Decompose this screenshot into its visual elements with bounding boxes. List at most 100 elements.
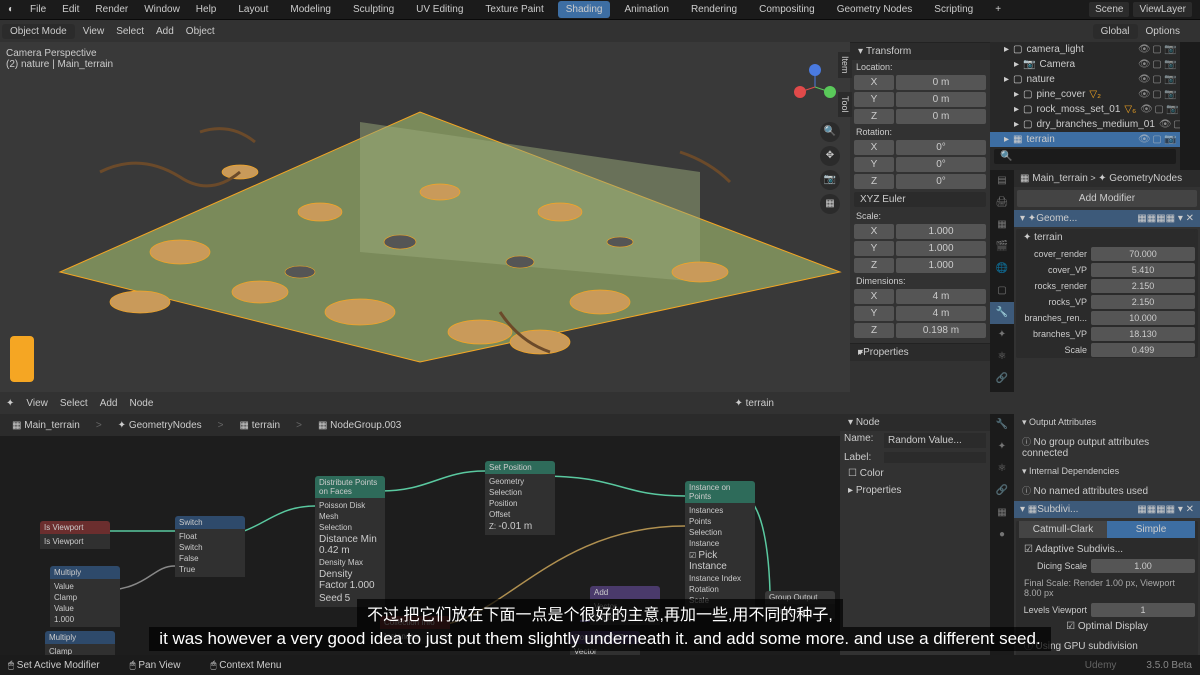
outliner-item[interactable]: ▸▢rock_moss_set_01▽₆👁▢📷 — [990, 102, 1180, 117]
orientation-global[interactable]: Global — [1093, 24, 1138, 39]
scale-y[interactable]: 1.000 — [896, 241, 986, 256]
zoom-icon[interactable]: 🔍 — [820, 122, 840, 142]
tab-d2[interactable]: ▦ — [990, 502, 1014, 524]
props-section[interactable]: ▸ Properties — [850, 343, 990, 361]
crumb-mod[interactable]: ✦ GeometryNodes — [1098, 173, 1182, 184]
adaptive-check[interactable]: ☑ Adaptive Subdivis... — [1016, 541, 1198, 558]
optimal-check[interactable]: ☑ Optimal Display — [1016, 618, 1198, 635]
param-Scale[interactable]: 0.499 — [1091, 343, 1195, 357]
node-set-position[interactable]: Set PositionGeometrySelectionPositionOff… — [485, 461, 555, 535]
subdiv-header[interactable]: ▾ ▦ Subdivi...▦▦▦▦ ▾ ✕ — [1014, 501, 1200, 518]
node-color[interactable]: ☐ Color — [840, 465, 990, 482]
ne-add[interactable]: Add — [94, 398, 124, 409]
pan-icon[interactable]: ✥ — [820, 146, 840, 166]
dim-y[interactable]: 4 m — [896, 306, 986, 321]
param-cover_render[interactable]: 70.000 — [1091, 247, 1195, 261]
ws-script[interactable]: Scripting — [926, 1, 981, 18]
tab-scene[interactable]: 🎬 — [990, 236, 1014, 258]
ws-add[interactable]: + — [987, 1, 1009, 18]
loc-y[interactable]: 0 m — [896, 92, 986, 107]
param-branches_ren...[interactable]: 10.000 — [1091, 311, 1195, 325]
tab-modifier[interactable]: 🔧 — [990, 302, 1014, 324]
3d-viewport[interactable]: Camera Perspective (2) nature | Main_ter… — [0, 42, 850, 392]
outliner-item[interactable]: ▸▢dry_branches_medium_01👁▢📷 — [990, 117, 1180, 132]
node-multiply1[interactable]: MultiplyValueClampValue1.000 — [50, 566, 120, 627]
nodetree-field[interactable]: ✦ terrain — [1019, 230, 1195, 245]
node-collection[interactable]: Collection InfoInstances — [380, 616, 450, 644]
outliner-item[interactable]: ▸▢pine_cover▽₂👁▢📷 — [990, 87, 1180, 102]
menu-window[interactable]: Window — [136, 4, 188, 15]
node-switch[interactable]: SwitchFloatSwitchFalseTrue — [175, 516, 245, 577]
ws-shading[interactable]: Shading — [558, 1, 611, 18]
hdr-object[interactable]: Object — [180, 26, 221, 37]
param-rocks_VP[interactable]: 2.150 — [1091, 295, 1195, 309]
mode-select[interactable]: Object Mode — [2, 24, 75, 39]
nav-gizmo[interactable] — [790, 62, 840, 112]
tab-object[interactable]: ▢ — [990, 280, 1014, 302]
ne-node[interactable]: Node — [123, 398, 159, 409]
sidetab-tool[interactable]: Tool — [838, 92, 852, 117]
add-modifier-button[interactable]: Add Modifier — [1017, 190, 1197, 207]
transform-section[interactable]: Transform — [850, 42, 990, 60]
ws-sculpting[interactable]: Sculpting — [345, 1, 402, 18]
ws-geonodes[interactable]: Geometry Nodes — [829, 1, 921, 18]
ws-modeling[interactable]: Modeling — [282, 1, 339, 18]
levels-val[interactable]: 1 — [1091, 603, 1195, 617]
rotation-mode[interactable]: XYZ Euler — [854, 192, 986, 207]
tab-physics[interactable]: ⚛ — [990, 346, 1014, 368]
tab-ph2[interactable]: ⚛ — [990, 458, 1014, 480]
outliner-search[interactable]: 🔍 — [994, 149, 1176, 164]
rot-z[interactable]: 0° — [896, 174, 986, 189]
node-label-field[interactable] — [884, 452, 986, 463]
ne-select[interactable]: Select — [54, 398, 94, 409]
menu-help[interactable]: Help — [188, 4, 225, 15]
node-instance[interactable]: Instance on PointsInstancesPointsSelecti… — [685, 481, 755, 608]
loc-x[interactable]: 0 m — [896, 75, 986, 90]
rot-x[interactable]: 0° — [896, 140, 986, 155]
ws-texpaint[interactable]: Texture Paint — [477, 1, 551, 18]
node-graph[interactable]: Is ViewportIs Viewport SwitchFloatSwitch… — [0, 436, 840, 672]
bc-0[interactable]: ▦ Main_terrain — [6, 418, 86, 433]
hdr-view[interactable]: View — [77, 26, 111, 37]
hdr-select[interactable]: Select — [110, 26, 150, 37]
ws-comp[interactable]: Compositing — [751, 1, 823, 18]
dim-x[interactable]: 4 m — [896, 289, 986, 304]
hdr-add[interactable]: Add — [150, 26, 180, 37]
output-attrs[interactable]: Output Attributes — [1014, 414, 1200, 431]
crumb-obj[interactable]: ▦ Main_terrain — [1020, 173, 1088, 184]
param-branches_VP[interactable]: 18.130 — [1091, 327, 1195, 341]
blender-logo[interactable]: ◐ — [0, 4, 22, 15]
camera-icon[interactable]: 📷 — [820, 170, 840, 190]
sidetab-item[interactable]: Item — [838, 52, 852, 78]
tab-constraint[interactable]: 🔗 — [990, 368, 1014, 390]
bc-3[interactable]: ▦ NodeGroup.003 — [312, 418, 407, 433]
ne-view[interactable]: View — [20, 398, 54, 409]
tab-m2[interactable]: ● — [990, 524, 1014, 546]
ws-layout[interactable]: Layout — [230, 1, 276, 18]
node-section[interactable]: ▾ Node — [840, 414, 990, 431]
geonodes-header[interactable]: ▾ ✦ Geome...▦▦▦▦ ▾ ✕ — [1014, 210, 1200, 227]
menu-file[interactable]: File — [22, 4, 54, 15]
tab-p2[interactable]: ✦ — [990, 436, 1014, 458]
internal-deps[interactable]: Internal Dependencies — [1014, 463, 1200, 480]
param-rocks_render[interactable]: 2.150 — [1091, 279, 1195, 293]
scene-field[interactable]: Scene — [1089, 2, 1129, 17]
tab-particle[interactable]: ✦ — [990, 324, 1014, 346]
node-add-vec[interactable]: AddVectorVector — [590, 586, 660, 625]
scale-x[interactable]: 1.000 — [896, 224, 986, 239]
bc-1[interactable]: ✦ GeometryNodes — [112, 418, 208, 433]
node-props[interactable]: ▸ Properties — [840, 482, 990, 499]
tab-mod2[interactable]: 🔧 — [990, 414, 1014, 436]
simple-btn[interactable]: Simple — [1107, 521, 1195, 538]
tab-c2[interactable]: 🔗 — [990, 480, 1014, 502]
outliner-item[interactable]: ▸▢camera_light👁▢📷 — [990, 42, 1180, 57]
ws-anim[interactable]: Animation — [616, 1, 676, 18]
outliner-item[interactable]: ▸📷Camera👁▢📷 — [990, 57, 1180, 72]
viewlayer-field[interactable]: ViewLayer — [1133, 2, 1192, 17]
bc-2[interactable]: ▦ terrain — [234, 418, 287, 433]
outliner-item[interactable]: ▸▢nature👁▢📷 — [990, 72, 1180, 87]
loc-z[interactable]: 0 m — [896, 109, 986, 124]
ws-render[interactable]: Rendering — [683, 1, 745, 18]
tab-world[interactable]: 🌐 — [990, 258, 1014, 280]
persp-icon[interactable]: ▦ — [820, 194, 840, 214]
